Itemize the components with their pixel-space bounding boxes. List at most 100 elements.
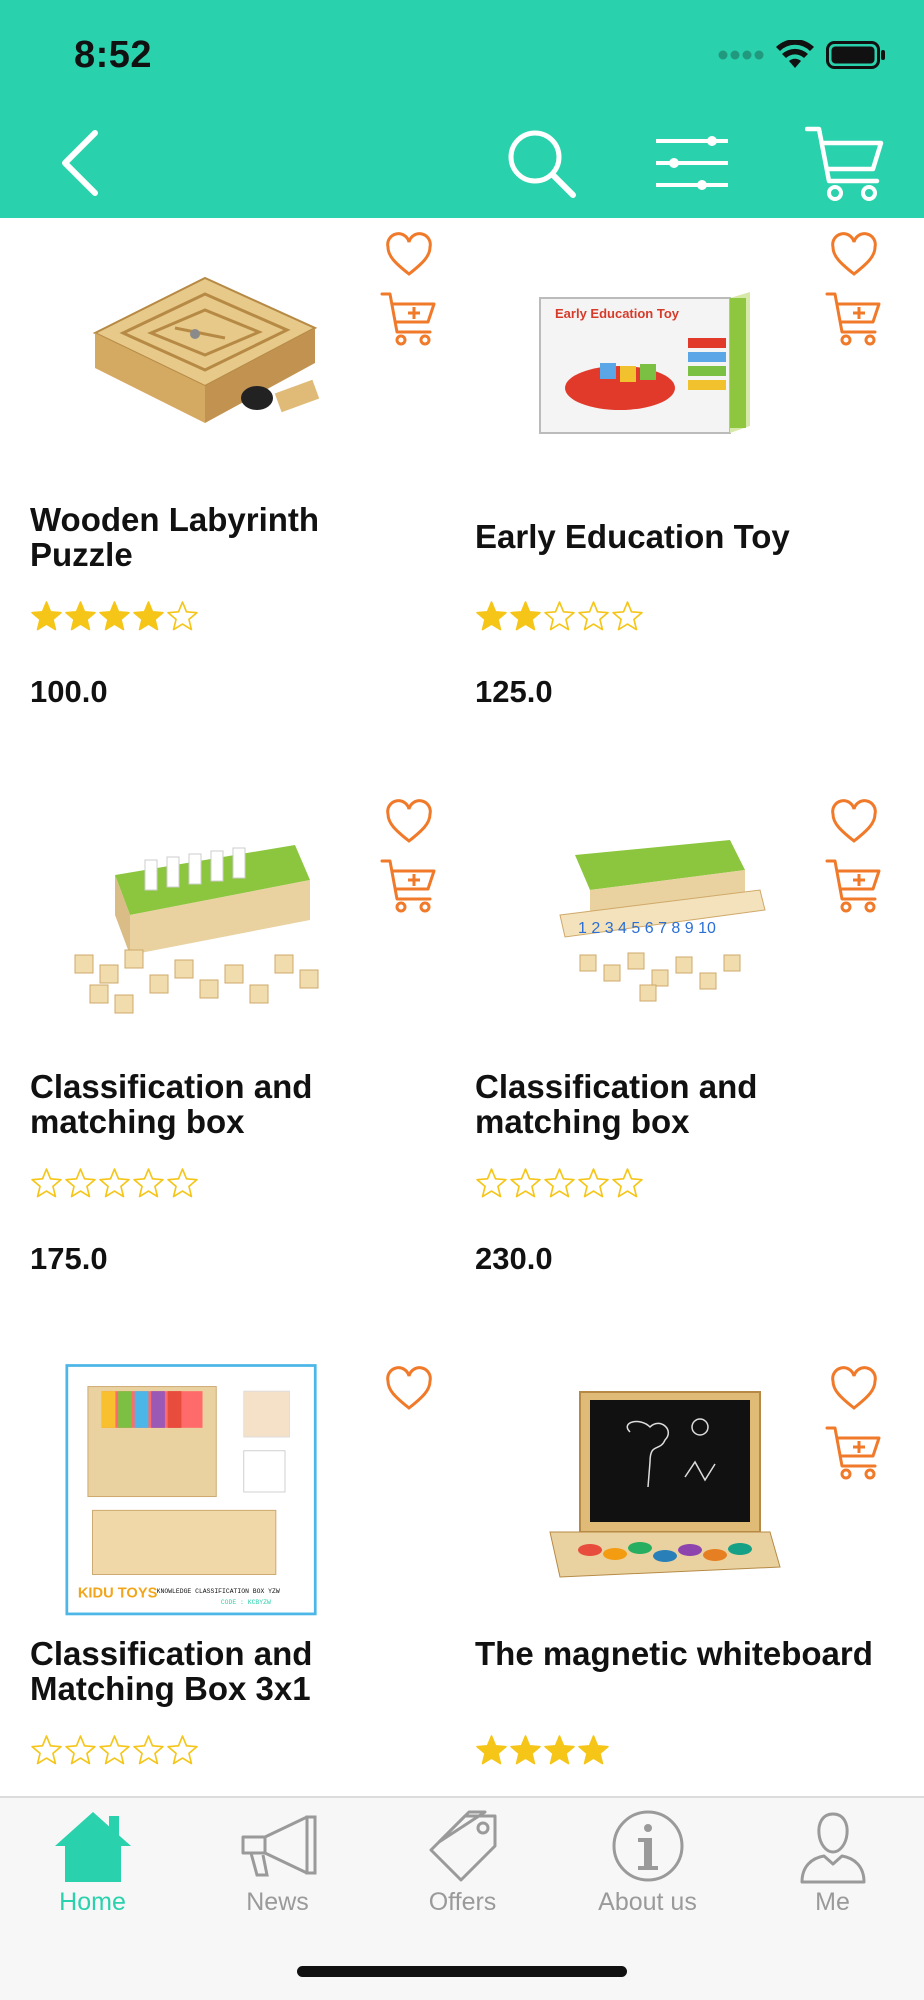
tab-label: News bbox=[246, 1888, 309, 1916]
tab-label: About us bbox=[598, 1888, 697, 1916]
product-card[interactable]: Wooden Labyrinth Puzzle 100.0 bbox=[0, 218, 445, 785]
star-empty-icon bbox=[65, 1735, 96, 1765]
favorite-icon[interactable] bbox=[385, 1366, 433, 1414]
star-empty-icon bbox=[31, 1168, 62, 1198]
classification-box-numbers-image: 1 2 3 4 5 6 7 8 9 10 bbox=[559, 840, 766, 1002]
rating-stars bbox=[475, 1734, 610, 1767]
tab-me[interactable]: Me bbox=[740, 1798, 924, 1928]
signal-icon bbox=[718, 50, 764, 60]
star-filled-icon bbox=[476, 601, 507, 631]
favorite-icon[interactable] bbox=[830, 1366, 878, 1414]
favorite-icon[interactable] bbox=[385, 232, 433, 280]
star-filled-icon bbox=[510, 1735, 541, 1765]
star-filled-icon bbox=[544, 1735, 575, 1765]
home-indicator bbox=[297, 1966, 627, 1977]
tab-label: Me bbox=[815, 1888, 850, 1916]
wooden-labyrinth-image bbox=[92, 276, 320, 423]
star-empty-icon bbox=[476, 1168, 507, 1198]
star-empty-icon bbox=[65, 1168, 96, 1198]
magnetic-whiteboard-image bbox=[549, 1391, 781, 1578]
star-empty-icon bbox=[167, 601, 198, 631]
star-empty-icon bbox=[99, 1735, 130, 1765]
rating-stars bbox=[30, 600, 199, 633]
sliders-icon bbox=[656, 136, 728, 190]
star-filled-icon bbox=[578, 1735, 609, 1765]
star-empty-icon bbox=[133, 1168, 164, 1198]
product-card[interactable]: 1 2 3 4 5 6 7 8 9 10 Classification and … bbox=[445, 785, 890, 1352]
home-icon bbox=[54, 1812, 131, 1882]
add-to-cart-icon[interactable] bbox=[380, 857, 436, 913]
star-filled-icon bbox=[99, 601, 130, 631]
star-empty-icon bbox=[510, 1168, 541, 1198]
tab-label: Offers bbox=[428, 1888, 497, 1916]
classification-box-3x1-image: KIDU TOYS KNOWLEDGE CLASSIFICATION BOX Y… bbox=[65, 1364, 317, 1616]
star-empty-icon bbox=[167, 1168, 198, 1198]
svg-text:Early Education Toy: Early Education Toy bbox=[555, 306, 680, 321]
star-empty-icon bbox=[612, 601, 643, 631]
wifi-icon bbox=[776, 40, 814, 68]
tab-offers[interactable]: Offers bbox=[370, 1798, 555, 1928]
cart-icon bbox=[805, 126, 884, 201]
product-price: 230.0 bbox=[475, 1241, 553, 1276]
product-card[interactable]: KIDU TOYS KNOWLEDGE CLASSIFICATION BOX Y… bbox=[0, 1352, 445, 1796]
search-icon bbox=[508, 130, 576, 198]
classification-box-image bbox=[74, 845, 319, 1014]
product-grid: Wooden Labyrinth Puzzle 100.0 Early Educ… bbox=[0, 218, 924, 1796]
product-card[interactable]: Classification and matching box 175.0 bbox=[0, 785, 445, 1352]
star-filled-icon bbox=[476, 1735, 507, 1765]
top-bar: 8:52 bbox=[0, 0, 924, 218]
star-filled-icon bbox=[31, 601, 62, 631]
product-price: 125.0 bbox=[475, 674, 553, 709]
add-to-cart-icon[interactable] bbox=[825, 857, 881, 913]
product-title: Wooden Labyrinth Puzzle bbox=[30, 501, 320, 573]
product-price: 100.0 bbox=[30, 674, 108, 709]
star-empty-icon bbox=[612, 1168, 643, 1198]
rating-stars bbox=[30, 1734, 199, 1767]
battery-icon bbox=[826, 41, 885, 69]
favorite-icon[interactable] bbox=[385, 799, 433, 847]
favorite-icon[interactable] bbox=[830, 799, 878, 847]
product-card[interactable]: Early Education Toy Early Education Toy … bbox=[445, 218, 890, 785]
star-empty-icon bbox=[578, 601, 609, 631]
tab-label: Home bbox=[59, 1888, 126, 1916]
back-button[interactable] bbox=[40, 118, 120, 208]
product-card[interactable]: The magnetic whiteboard bbox=[445, 1352, 890, 1796]
star-empty-icon bbox=[133, 1735, 164, 1765]
megaphone-icon bbox=[241, 1815, 316, 1877]
star-empty-icon bbox=[167, 1735, 198, 1765]
star-empty-icon bbox=[99, 1168, 130, 1198]
star-filled-icon bbox=[65, 601, 96, 631]
product-price: 175.0 bbox=[30, 1241, 108, 1276]
image-caption-text: KNOWLEDGE CLASSIFICATION BOX YZW bbox=[157, 1588, 280, 1595]
rating-stars bbox=[30, 1167, 199, 1200]
status-icons bbox=[718, 40, 886, 70]
star-filled-icon bbox=[133, 601, 164, 631]
star-empty-icon bbox=[544, 1168, 575, 1198]
tag-icon bbox=[429, 1810, 496, 1882]
add-to-cart-icon[interactable] bbox=[825, 290, 881, 346]
tab-home[interactable]: Home bbox=[0, 1798, 185, 1928]
product-title: Classification and matching box bbox=[475, 1068, 758, 1140]
add-to-cart-icon[interactable] bbox=[380, 290, 436, 346]
star-empty-icon bbox=[31, 1735, 62, 1765]
star-empty-icon bbox=[544, 601, 575, 631]
cart-button[interactable] bbox=[800, 118, 890, 208]
product-title: Early Education Toy bbox=[475, 518, 790, 555]
image-code-text: CODE : KCBYZW bbox=[221, 1599, 271, 1606]
add-to-cart-icon[interactable] bbox=[825, 1424, 881, 1480]
filter-button[interactable] bbox=[650, 118, 734, 208]
svg-text:1 2 3 4 5 6 7 8 9 10: 1 2 3 4 5 6 7 8 9 10 bbox=[578, 920, 716, 937]
chevron-left-icon bbox=[62, 130, 98, 196]
person-icon bbox=[800, 1812, 865, 1884]
search-button[interactable] bbox=[498, 118, 584, 208]
status-time: 8:52 bbox=[74, 34, 153, 76]
favorite-icon[interactable] bbox=[830, 232, 878, 280]
star-filled-icon bbox=[510, 601, 541, 631]
early-education-toy-image: Early Education Toy bbox=[539, 292, 750, 434]
tab-news[interactable]: News bbox=[185, 1798, 370, 1928]
product-title: Classification and Matching Box 3x1 bbox=[30, 1635, 313, 1707]
star-empty-icon bbox=[578, 1168, 609, 1198]
tab-about-us[interactable]: About us bbox=[555, 1798, 740, 1928]
rating-stars bbox=[475, 1167, 644, 1200]
rating-stars bbox=[475, 600, 644, 633]
